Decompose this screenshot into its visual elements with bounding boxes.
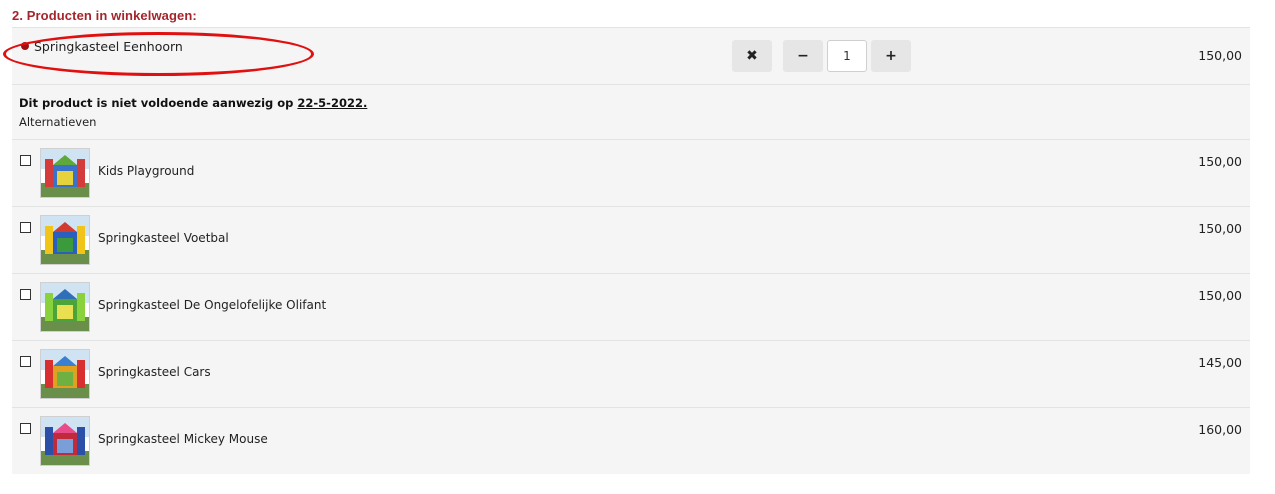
alternative-name[interactable]: Springkasteel De Ongelofelijke Olifant	[98, 298, 326, 312]
alternative-price: 150,00	[1198, 288, 1242, 303]
remove-button[interactable]: ✖	[732, 40, 772, 72]
product-price: 150,00	[1198, 48, 1242, 63]
alternatives-list: Kids Playground 150,00 Springkasteel Voetb…	[12, 140, 1250, 474]
alternative-price: 145,00	[1198, 355, 1242, 370]
alternatives-label: Alternatieven	[19, 115, 97, 129]
decrease-quantity-button[interactable]: −	[783, 40, 823, 72]
plus-icon: +	[885, 48, 897, 64]
warning-date: 22-5-2022.	[297, 96, 368, 110]
cart-item-row: Springkasteel Eenhoorn ✖ − + 150,00	[3, 28, 1250, 85]
section-title: 2. Producten in winkelwagen:	[12, 8, 197, 23]
warning-text: Dit product is niet voldoende aanwezig o…	[19, 96, 367, 110]
alternative-checkbox[interactable]	[20, 356, 31, 367]
product-name[interactable]: Springkasteel Eenhoorn	[34, 39, 183, 54]
bouncy-castle-thumbnail-icon[interactable]	[40, 416, 90, 466]
alternative-price: 150,00	[1198, 221, 1242, 236]
bouncy-castle-thumbnail-icon[interactable]	[40, 282, 90, 332]
alternative-name[interactable]: Springkasteel Voetbal	[98, 231, 229, 245]
alternative-name[interactable]: Springkasteel Cars	[98, 365, 211, 379]
quantity-input[interactable]	[827, 40, 867, 72]
minus-icon: −	[797, 48, 809, 64]
alternative-price: 160,00	[1198, 422, 1242, 437]
alternative-checkbox[interactable]	[20, 155, 31, 166]
availability-warning: Dit product is niet voldoende aanwezig o…	[12, 85, 1250, 140]
alternative-checkbox[interactable]	[20, 289, 31, 300]
alternative-row: Springkasteel Mickey Mouse 160,00	[12, 408, 1250, 474]
cart-table: Springkasteel Eenhoorn ✖ − + 150,00 Dit …	[3, 27, 1250, 474]
close-icon: ✖	[746, 48, 758, 64]
alternative-checkbox[interactable]	[20, 222, 31, 233]
alternative-row: Kids Playground 150,00	[12, 140, 1250, 207]
warning-message: Dit product is niet voldoende aanwezig o…	[19, 96, 298, 110]
alternative-checkbox[interactable]	[20, 423, 31, 434]
increase-quantity-button[interactable]: +	[871, 40, 911, 72]
alternative-row: Springkasteel Cars 145,00	[12, 341, 1250, 408]
status-bullet-icon	[21, 42, 29, 50]
alternative-row: Springkasteel De Ongelofelijke Olifant 15…	[12, 274, 1250, 341]
alternative-name[interactable]: Springkasteel Mickey Mouse	[98, 432, 268, 446]
bouncy-castle-thumbnail-icon[interactable]	[40, 215, 90, 265]
alternative-price: 150,00	[1198, 154, 1242, 169]
bouncy-castle-thumbnail-icon[interactable]	[40, 349, 90, 399]
alternative-name[interactable]: Kids Playground	[98, 164, 194, 178]
bouncy-castle-thumbnail-icon[interactable]	[40, 148, 90, 198]
alternative-row: Springkasteel Voetbal 150,00	[12, 207, 1250, 274]
